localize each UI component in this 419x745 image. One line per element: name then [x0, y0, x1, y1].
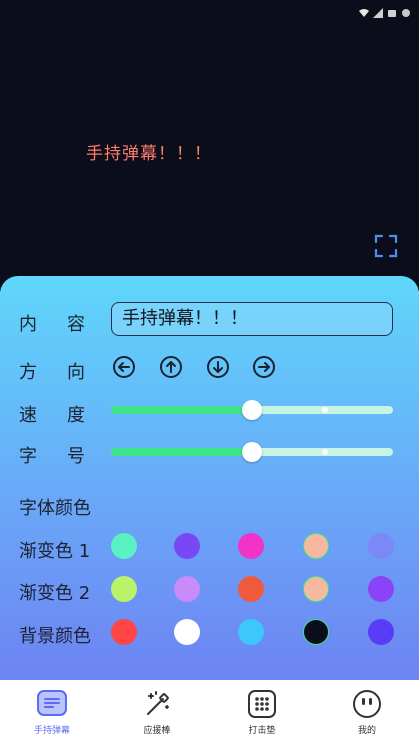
- size-slider[interactable]: [111, 442, 393, 462]
- gradient2-swatch[interactable]: [368, 576, 394, 602]
- gradient2-swatch[interactable]: [111, 576, 137, 602]
- size-label: 字号: [19, 446, 115, 467]
- signal-icon: [373, 3, 383, 22]
- gradient1-swatch[interactable]: [303, 533, 329, 559]
- gradient2-swatch[interactable]: [174, 576, 200, 602]
- settings-panel: 内容 手持弹幕！！！ 方向 速度 字号 字体颜色 渐变色 1 渐变色 2 背景颜…: [0, 276, 419, 680]
- tab-label: 我的: [357, 726, 376, 736]
- gradient1-swatch[interactable]: [368, 533, 394, 559]
- drum-pad-icon: [247, 689, 277, 719]
- battery-icon: [387, 3, 397, 22]
- direction-label: 方向: [19, 362, 115, 383]
- gradient2-label: 渐变色 2: [19, 583, 91, 604]
- fullscreen-icon[interactable]: [374, 234, 398, 258]
- wifi-icon: [359, 3, 369, 22]
- gradient2-swatch[interactable]: [238, 576, 264, 602]
- barrage-icon: [37, 689, 67, 719]
- profile-face-icon: [352, 689, 382, 719]
- tab-label: 打击垫: [248, 726, 276, 736]
- size-slider-tick: [322, 449, 328, 455]
- gradient1-swatch[interactable]: [111, 533, 137, 559]
- speed-slider-thumb[interactable]: [242, 400, 262, 420]
- bottom-tab-bar: 手持弹幕 应援棒 打击垫 我的: [0, 680, 419, 745]
- magic-wand-icon: [142, 689, 172, 719]
- speed-label: 速度: [19, 405, 115, 426]
- gradient2-swatch[interactable]: [303, 576, 329, 602]
- speed-slider-tick: [322, 407, 328, 413]
- speed-slider[interactable]: [111, 400, 393, 420]
- arrow-right-icon[interactable]: [253, 356, 275, 378]
- tab-cheer-stick[interactable]: 应援棒: [105, 680, 209, 745]
- gradient1-label: 渐变色 1: [19, 541, 91, 562]
- arrow-left-icon[interactable]: [113, 356, 135, 378]
- content-input[interactable]: 手持弹幕！！！: [111, 302, 393, 336]
- tab-barrage[interactable]: 手持弹幕: [0, 680, 104, 745]
- bg-color-label: 背景颜色: [19, 626, 91, 647]
- font-color-heading: 字体颜色: [19, 498, 91, 519]
- status-bar: [359, 3, 411, 22]
- bg-swatch[interactable]: [111, 619, 137, 645]
- speed-slider-fill: [111, 406, 252, 414]
- gradient1-swatch[interactable]: [238, 533, 264, 559]
- arrow-down-icon[interactable]: [207, 356, 229, 378]
- tab-label: 应援棒: [143, 726, 171, 736]
- content-label: 内容: [19, 314, 115, 335]
- barrage-text: 手持弹幕！！！: [86, 144, 212, 164]
- size-slider-fill: [111, 448, 252, 456]
- bg-swatch[interactable]: [303, 619, 329, 645]
- bg-swatch[interactable]: [368, 619, 394, 645]
- size-slider-thumb[interactable]: [242, 442, 262, 462]
- tab-label: 手持弹幕: [33, 726, 70, 736]
- bg-swatch[interactable]: [174, 619, 200, 645]
- tab-drum-pad[interactable]: 打击垫: [210, 680, 314, 745]
- clock-icon: [401, 3, 411, 22]
- tab-mine[interactable]: 我的: [315, 680, 419, 745]
- barrage-preview: 手持弹幕！！！: [0, 0, 419, 292]
- gradient1-swatch[interactable]: [174, 533, 200, 559]
- bg-swatch[interactable]: [238, 619, 264, 645]
- arrow-up-icon[interactable]: [160, 356, 182, 378]
